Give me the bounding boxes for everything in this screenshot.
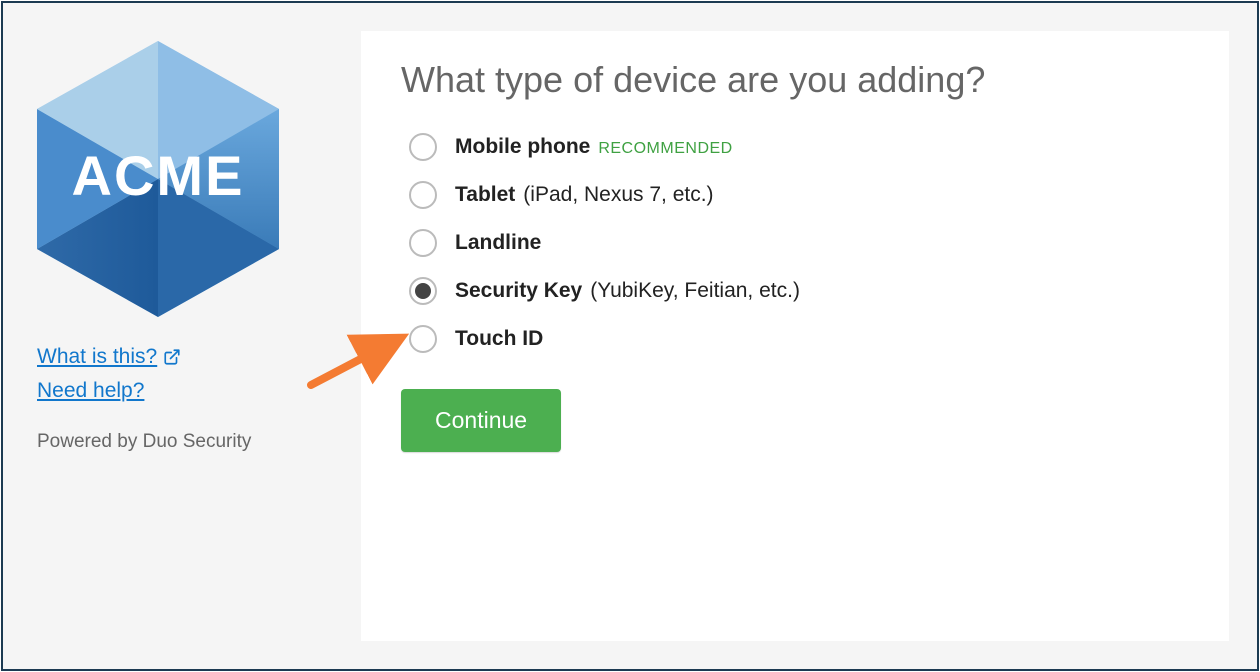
svg-text:ACME: ACME	[72, 144, 245, 207]
option-touch-id[interactable]: Touch ID	[409, 325, 1189, 353]
option-label: Security Key (YubiKey, Feitian, etc.)	[455, 279, 800, 303]
option-landline[interactable]: Landline	[409, 229, 1189, 257]
hexagon-icon: ACME	[31, 37, 285, 321]
option-label: Mobile phone RECOMMENDED	[455, 135, 733, 159]
radio-icon	[409, 181, 437, 209]
option-label: Landline	[455, 231, 541, 255]
sidebar: ACME What is this? Need help?	[31, 31, 321, 641]
device-type-options: Mobile phone RECOMMENDED Tablet (iPad, N…	[401, 133, 1189, 353]
page-heading: What type of device are you adding?	[401, 59, 1189, 101]
radio-icon	[409, 229, 437, 257]
recommended-badge: RECOMMENDED	[598, 140, 732, 158]
continue-button[interactable]: Continue	[401, 389, 561, 452]
enrollment-frame: ACME What is this? Need help?	[1, 1, 1259, 671]
option-tablet[interactable]: Tablet (iPad, Nexus 7, etc.)	[409, 181, 1189, 209]
option-label: Tablet (iPad, Nexus 7, etc.)	[455, 183, 714, 207]
radio-icon	[409, 133, 437, 161]
acme-logo: ACME	[31, 37, 285, 321]
layout-container: ACME What is this? Need help?	[31, 31, 1229, 641]
radio-icon	[409, 325, 437, 353]
link-label: What is this?	[37, 345, 157, 369]
link-label: Need help?	[37, 379, 144, 403]
what-is-this-link[interactable]: What is this?	[37, 345, 181, 369]
option-security-key[interactable]: Security Key (YubiKey, Feitian, etc.)	[409, 277, 1189, 305]
main-panel: What type of device are you adding? Mobi…	[361, 31, 1229, 641]
sidebar-links: What is this? Need help?	[31, 345, 321, 403]
need-help-link[interactable]: Need help?	[37, 379, 144, 403]
option-mobile-phone[interactable]: Mobile phone RECOMMENDED	[409, 133, 1189, 161]
external-link-icon	[163, 348, 181, 366]
option-label: Touch ID	[455, 327, 543, 351]
powered-by-text: Powered by Duo Security	[31, 431, 321, 453]
radio-icon	[409, 277, 437, 305]
